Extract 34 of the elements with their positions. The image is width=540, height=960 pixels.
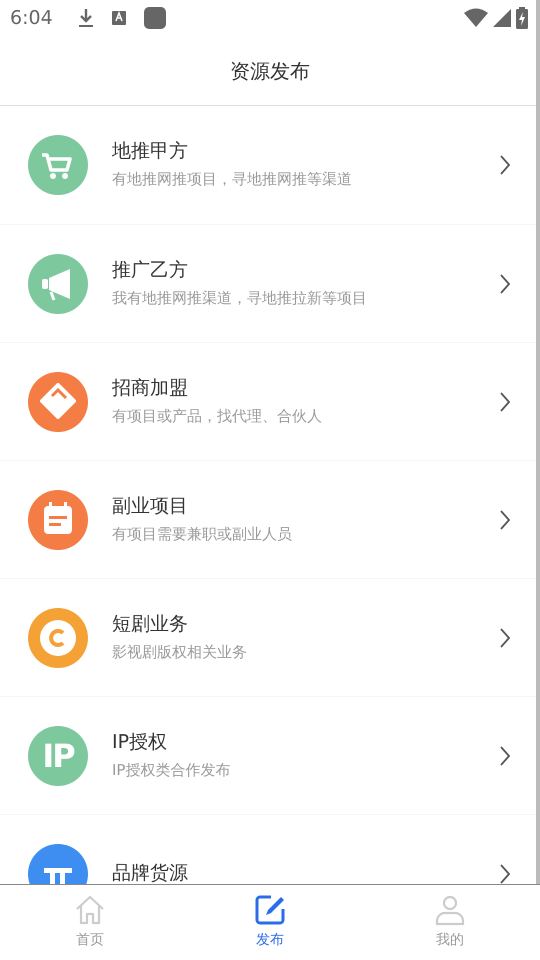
item-description: 影视剧版权相关业务: [112, 642, 248, 663]
item-description: IP授权类合作发布: [112, 760, 232, 781]
item-title: 推广乙方: [112, 258, 189, 283]
wifi-icon: [464, 8, 488, 28]
chevron-right-icon: [500, 864, 510, 884]
item-title: 短剧业务: [112, 612, 189, 637]
edit-icon: [254, 894, 286, 926]
list-item[interactable]: 地推甲方 有地推网推项目，寻地推网推等渠道: [0, 106, 540, 224]
time-text: 6:04: [10, 6, 53, 31]
chevron-right-icon: [500, 155, 510, 175]
item-description: 我有地推网推渠道，寻地推拉新等项目: [112, 288, 368, 309]
download-icon: [76, 8, 95, 28]
person-icon: [434, 894, 466, 926]
chevron-right-icon: [500, 274, 510, 294]
item-title: 品牌货源: [112, 861, 189, 884]
item-description: 有地推网推项目，寻地推网推等渠道: [112, 169, 353, 190]
app-icon: [142, 6, 167, 30]
item-title: IP授权: [112, 730, 168, 755]
chevron-right-icon: [500, 392, 510, 412]
chevron-right-icon: [500, 746, 510, 766]
item-title: 副业项目: [112, 494, 189, 519]
item-title: 地推甲方: [112, 139, 189, 164]
page-title: 资源发布: [230, 58, 310, 84]
signal-icon: [492, 8, 512, 28]
ip-logo: IP: [28, 726, 88, 786]
item-description: 有项目需要兼职或副业人员: [112, 524, 293, 545]
chevron-right-icon: [500, 628, 510, 648]
chevron-right-icon: [500, 510, 510, 530]
item-description: 有项目或产品，找代理、合伙人: [112, 406, 323, 427]
keyboard-icon: [110, 10, 127, 26]
battery-icon: [516, 7, 528, 29]
tab-edit[interactable]: 发布: [180, 885, 360, 960]
item-title: 招商加盟: [112, 376, 189, 401]
home-icon: [74, 894, 106, 926]
